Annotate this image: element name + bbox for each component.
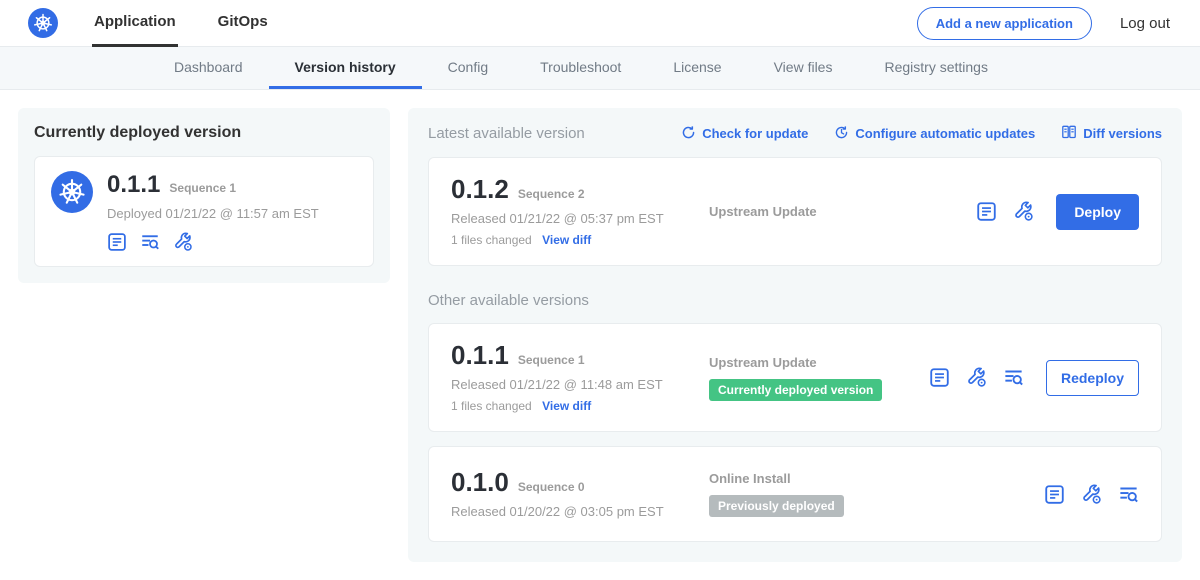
subnav-item-troubleshoot[interactable]: Troubleshoot [514, 47, 647, 89]
deployed-version-card: 0.1.1 Sequence 1 Deployed 01/21/22 @ 11:… [34, 156, 374, 267]
version-actions [1034, 484, 1139, 505]
currently-deployed-badge: Currently deployed version [709, 379, 882, 401]
version-info: 0.1.1 Sequence 1 Released 01/21/22 @ 11:… [451, 342, 709, 413]
subnav-item-registry-settings[interactable]: Registry settings [858, 47, 1013, 89]
app-subnav: Dashboard Version history Config Trouble… [0, 47, 1200, 90]
config-icon[interactable] [1013, 201, 1034, 222]
subnav-item-dashboard[interactable]: Dashboard [148, 47, 269, 89]
deployed-card-body: 0.1.1 Sequence 1 Deployed 01/21/22 @ 11:… [107, 171, 319, 252]
version-info: 0.1.0 Sequence 0 Released 01/20/22 @ 03:… [451, 469, 709, 519]
currently-deployed-panel: Currently deployed version 0.1.1 Sequenc… [18, 108, 390, 283]
source-label: Online Install [709, 471, 791, 486]
tab-gitops[interactable]: GitOps [216, 0, 270, 47]
view-files-icon[interactable] [1118, 484, 1139, 505]
version-row: 0.1.2 Sequence 2 [451, 176, 709, 202]
source-label: Upstream Update [709, 355, 817, 370]
latest-title: Latest available version [428, 125, 585, 142]
version-number: 0.1.1 [451, 342, 509, 368]
released-timestamp: Released 01/21/22 @ 05:37 pm EST [451, 211, 709, 226]
add-application-button[interactable]: Add a new application [917, 7, 1092, 40]
version-source: Upstream Update [709, 204, 966, 219]
source-label: Upstream Update [709, 204, 817, 219]
check-for-update-label: Check for update [702, 126, 808, 141]
deployed-actions [107, 232, 319, 252]
refresh-icon [681, 125, 696, 143]
version-card-0-1-0: 0.1.0 Sequence 0 Released 01/20/22 @ 03:… [428, 446, 1162, 542]
subnav-item-config[interactable]: Config [422, 47, 514, 89]
version-info: 0.1.2 Sequence 2 Released 01/21/22 @ 05:… [451, 176, 709, 247]
version-history-panel: Latest available version Check for updat… [408, 108, 1182, 562]
view-files-icon[interactable] [140, 232, 160, 252]
top-bar: Application GitOps Add a new application… [0, 0, 1200, 47]
files-changed-label: 1 files changed [451, 399, 532, 413]
deployed-version-row: 0.1.1 Sequence 1 [107, 173, 319, 197]
header-actions: Check for update Configure automatic upd… [681, 124, 1162, 143]
config-icon[interactable] [173, 232, 193, 252]
release-notes-icon[interactable] [929, 367, 950, 388]
release-notes-icon[interactable] [976, 201, 997, 222]
tab-application[interactable]: Application [92, 0, 178, 47]
view-diff-link[interactable]: View diff [542, 233, 591, 247]
release-notes-icon[interactable] [1044, 484, 1065, 505]
diff-columns-icon [1061, 124, 1077, 143]
version-actions: Redeploy [919, 360, 1139, 396]
version-number: 0.1.2 [451, 176, 509, 202]
sequence-label: Sequence 0 [518, 480, 585, 494]
version-source: Online Install Previously deployed [709, 471, 1034, 517]
version-source: Upstream Update Currently deployed versi… [709, 355, 919, 401]
version-row: 0.1.1 Sequence 1 [451, 342, 709, 368]
sequence-label: Sequence 1 [518, 353, 585, 367]
released-timestamp: Released 01/21/22 @ 11:48 am EST [451, 377, 709, 392]
check-for-update-link[interactable]: Check for update [681, 125, 808, 143]
view-diff-link[interactable]: View diff [542, 399, 591, 413]
config-icon[interactable] [966, 367, 987, 388]
tab-gitops-label: GitOps [218, 13, 268, 30]
subnav-item-license[interactable]: License [647, 47, 747, 89]
configure-automatic-updates-link[interactable]: Configure automatic updates [834, 125, 1035, 143]
latest-header: Latest available version Check for updat… [428, 124, 1162, 143]
version-row: 0.1.0 Sequence 0 [451, 469, 709, 495]
released-timestamp: Released 01/20/22 @ 03:05 pm EST [451, 504, 709, 519]
files-row: 1 files changed View diff [451, 233, 709, 247]
view-files-icon[interactable] [1003, 367, 1024, 388]
deployed-panel-title: Currently deployed version [34, 124, 374, 142]
version-actions: Deploy [966, 194, 1139, 230]
deployed-timestamp: Deployed 01/21/22 @ 11:57 am EST [107, 206, 319, 221]
diff-versions-link[interactable]: Diff versions [1061, 124, 1162, 143]
version-number: 0.1.0 [451, 469, 509, 495]
logout-button[interactable]: Log out [1120, 15, 1170, 32]
version-card-0-1-2: 0.1.2 Sequence 2 Released 01/21/22 @ 05:… [428, 157, 1162, 266]
diff-versions-label: Diff versions [1083, 126, 1162, 141]
previously-deployed-badge: Previously deployed [709, 495, 844, 517]
kubernetes-logo-icon [28, 8, 58, 38]
files-row: 1 files changed View diff [451, 399, 709, 413]
config-icon[interactable] [1081, 484, 1102, 505]
deployed-version-number: 0.1.1 [107, 173, 160, 197]
clock-refresh-icon [834, 125, 849, 143]
files-changed-label: 1 files changed [451, 233, 532, 247]
release-notes-icon[interactable] [107, 232, 127, 252]
subnav-item-view-files[interactable]: View files [748, 47, 859, 89]
subnav-item-version-history[interactable]: Version history [269, 47, 422, 89]
app-icon [51, 171, 93, 252]
sequence-label: Sequence 2 [518, 187, 585, 201]
main-content: Currently deployed version 0.1.1 Sequenc… [0, 90, 1200, 580]
deploy-button[interactable]: Deploy [1056, 194, 1139, 230]
configure-automatic-updates-label: Configure automatic updates [855, 126, 1035, 141]
other-versions-title: Other available versions [428, 292, 1162, 309]
tab-application-label: Application [94, 13, 176, 30]
deployed-sequence-label: Sequence 1 [169, 181, 236, 195]
redeploy-button[interactable]: Redeploy [1046, 360, 1139, 396]
version-card-0-1-1: 0.1.1 Sequence 1 Released 01/21/22 @ 11:… [428, 323, 1162, 432]
